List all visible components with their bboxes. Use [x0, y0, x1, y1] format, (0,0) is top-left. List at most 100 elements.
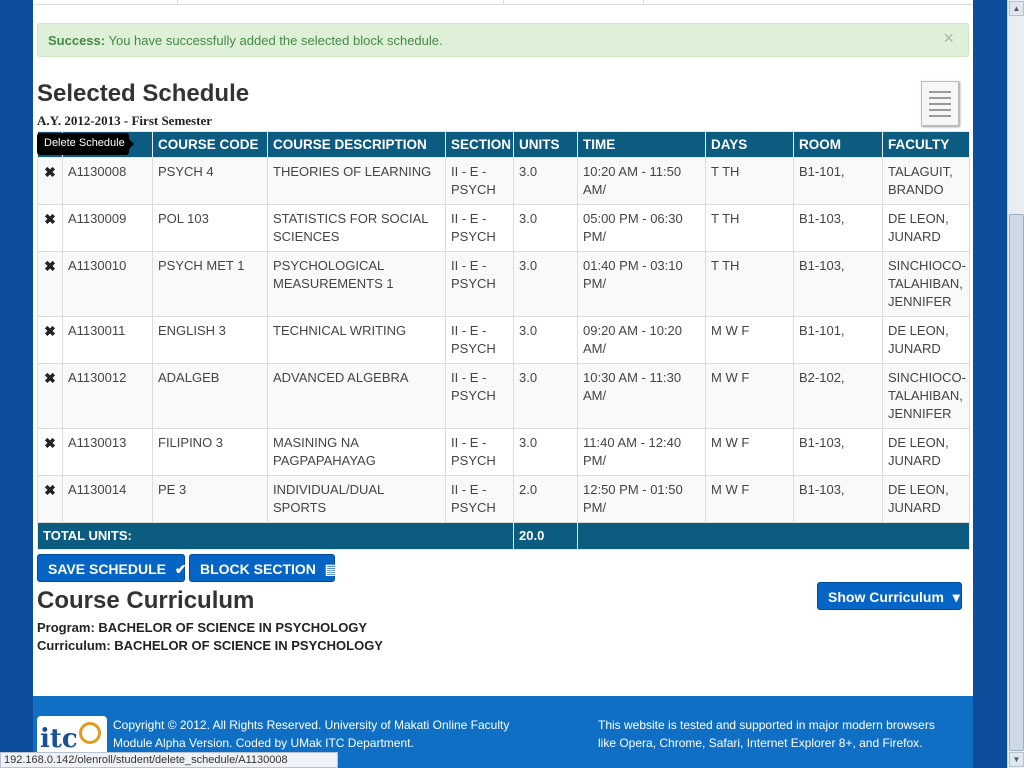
cell-course-code: PSYCH 4 [152, 157, 268, 205]
delete-schedule-icon[interactable]: ✖ [37, 316, 63, 364]
delete-schedule-icon[interactable]: ✖ [37, 204, 63, 252]
show-curriculum-button[interactable]: Show Curriculum ▾ [817, 582, 962, 610]
footer-browser-note: This website is tested and supported in … [598, 716, 968, 752]
cell-id: A1130010 [62, 251, 153, 317]
cell-room: B2-102, [793, 363, 883, 429]
cell-faculty: DE LEON, JUNARD [882, 316, 970, 364]
cell-course-code: PSYCH MET 1 [152, 251, 268, 317]
cell-course-description: THEORIES OF LEARNING [267, 157, 446, 205]
cell-course-code: ENGLISH 3 [152, 316, 268, 364]
total-units-filler [577, 522, 970, 550]
cell-id: A1130011 [62, 316, 153, 364]
check-circle-icon: ✔ [174, 561, 187, 577]
cell-course-code: POL 103 [152, 204, 268, 252]
cell-room: B1-103, [793, 475, 883, 523]
cell-units: 3.0 [513, 316, 578, 364]
delete-schedule-icon[interactable]: ✖ [37, 251, 63, 317]
scroll-down-icon[interactable]: ▼ [1009, 752, 1024, 767]
logo-text: itc [40, 724, 78, 754]
cell-course-description: TECHNICAL WRITING [267, 316, 446, 364]
logo-emblem-icon [79, 722, 101, 744]
table-row: ✖ A1130013 FILIPINO 3 MASINING NA PAGPAP… [37, 428, 970, 476]
academic-year-label: A.Y. 2012-2013 - First Semester [37, 113, 212, 128]
cell-room: B1-103, [793, 204, 883, 252]
cell-faculty: TALAGUIT, BRANDO [882, 157, 970, 205]
footer-copyright: Copyright © 2012. All Rights Reserved. U… [113, 716, 553, 752]
table-row: ✖ A1130012 ADALGEB ADVANCED ALGEBRA II -… [37, 363, 970, 429]
close-icon[interactable]: × [943, 28, 954, 49]
header-faculty: FACULTY [882, 131, 970, 158]
cell-course-description: PSYCHOLOGICAL MEASUREMENTS 1 [267, 251, 446, 317]
schedule-table: COURSE CODE COURSE DESCRIPTION SECTION U… [37, 131, 970, 550]
cell-days: M W F [705, 316, 794, 364]
cell-time: 12:50 PM - 01:50 PM/ [577, 475, 706, 523]
cell-days: M W F [705, 363, 794, 429]
cell-time: 10:30 AM - 11:30 AM/ [577, 363, 706, 429]
cell-course-description: ADVANCED ALGEBRA [267, 363, 446, 429]
cell-days: M W F [705, 475, 794, 523]
table-row: ✖ A1130010 PSYCH MET 1 PSYCHOLOGICAL MEA… [37, 251, 970, 317]
cell-id: A1130014 [62, 475, 153, 523]
cell-days: T TH [705, 157, 794, 205]
block-section-label: BLOCK SECTION [200, 561, 316, 577]
previous-table-edge [33, 0, 973, 5]
cell-units: 2.0 [513, 475, 578, 523]
cell-time: 01:40 PM - 03:10 PM/ [577, 251, 706, 317]
program-label: Program: BACHELOR OF SCIENCE IN PSYCHOLO… [37, 620, 368, 635]
delete-schedule-icon[interactable]: ✖ [37, 363, 63, 429]
cell-units: 3.0 [513, 204, 578, 252]
header-section: SECTION [445, 131, 514, 158]
table-header-row: COURSE CODE COURSE DESCRIPTION SECTION U… [37, 131, 970, 158]
cell-course-description: INDIVIDUAL/DUAL SPORTS [267, 475, 446, 523]
cell-course-description: STATISTICS FOR SOCIAL SCIENCES [267, 204, 446, 252]
cell-course-description: MASINING NA PAGPAPAHAYAG [267, 428, 446, 476]
header-room: ROOM [793, 131, 883, 158]
total-units-label: TOTAL UNITS: [37, 522, 514, 550]
cell-time: 05:00 PM - 06:30 PM/ [577, 204, 706, 252]
table-row: ✖ A1130011 ENGLISH 3 TECHNICAL WRITING I… [37, 316, 970, 364]
delete-schedule-tooltip: Delete Schedule [37, 133, 134, 155]
cell-time: 09:20 AM - 10:20 AM/ [577, 316, 706, 364]
cell-section: II - E - PSYCH [445, 157, 514, 205]
cell-faculty: SINCHIOCO-TALAHIBAN, JENNIFER [882, 251, 970, 317]
footer-browser-line2: like Opera, Chrome, Safari, Internet Exp… [598, 736, 923, 750]
success-alert: Success: You have successfully added the… [37, 23, 969, 57]
cell-faculty: DE LEON, JUNARD [882, 204, 970, 252]
vertical-scrollbar[interactable]: ▲ ▼ [1007, 0, 1024, 768]
cell-units: 3.0 [513, 363, 578, 429]
cell-units: 3.0 [513, 157, 578, 205]
delete-schedule-icon[interactable]: ✖ [37, 475, 63, 523]
total-units-value: 20.0 [513, 522, 578, 550]
cell-days: T TH [705, 251, 794, 317]
cell-id: A1130013 [62, 428, 153, 476]
delete-schedule-icon[interactable]: ✖ [37, 428, 63, 476]
cell-id: A1130008 [62, 157, 153, 205]
cell-course-code: ADALGEB [152, 363, 268, 429]
header-days: DAYS [705, 131, 794, 158]
print-document-icon[interactable] [921, 81, 959, 126]
header-time: TIME [577, 131, 706, 158]
alert-strong-label: Success: [48, 33, 106, 48]
alert-message: You have successfully added the selected… [108, 33, 443, 48]
block-section-button[interactable]: BLOCK SECTION ▤ [189, 554, 339, 582]
cell-units: 3.0 [513, 251, 578, 317]
cell-units: 3.0 [513, 428, 578, 476]
scrollbar-thumb[interactable] [1009, 214, 1024, 751]
save-schedule-button[interactable]: SAVE SCHEDULE ✔ [37, 554, 187, 582]
header-course-description: COURSE DESCRIPTION [267, 131, 446, 158]
footer-copyright-line2: Module Alpha Version. Coded by UMak ITC … [113, 736, 414, 750]
cell-section: II - E - PSYCH [445, 251, 514, 317]
cell-days: T TH [705, 204, 794, 252]
browser-status-bar: 192.168.0.142/olenroll/student/delete_sc… [0, 752, 338, 768]
cell-time: 10:20 AM - 11:50 AM/ [577, 157, 706, 205]
delete-schedule-icon[interactable]: ✖ [37, 157, 63, 205]
list-icon: ▤ [324, 561, 339, 577]
cell-room: B1-103, [793, 428, 883, 476]
cell-course-code: FILIPINO 3 [152, 428, 268, 476]
cell-section: II - E - PSYCH [445, 316, 514, 364]
cell-id: A1130009 [62, 204, 153, 252]
cell-section: II - E - PSYCH [445, 428, 514, 476]
scroll-up-icon[interactable]: ▲ [1009, 1, 1024, 16]
table-row: ✖ A1130008 PSYCH 4 THEORIES OF LEARNING … [37, 157, 970, 205]
footer-browser-line1: This website is tested and supported in … [598, 718, 935, 732]
